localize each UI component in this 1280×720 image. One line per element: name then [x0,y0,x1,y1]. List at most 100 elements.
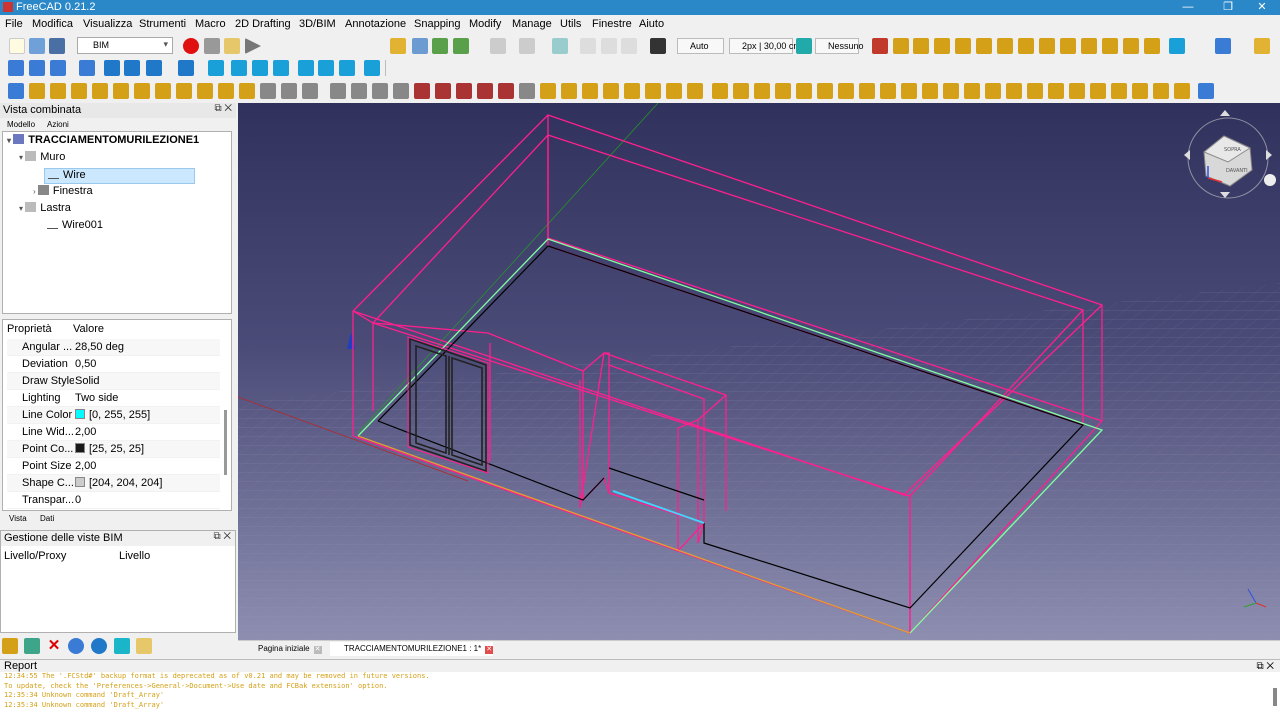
property-row[interactable]: Point Co... [25, 25, 25] [7,441,220,458]
rename-icon[interactable] [136,638,152,654]
beam-icon[interactable] [666,83,682,99]
redo-icon[interactable] [519,38,535,54]
grid-icon[interactable] [176,83,192,99]
restore-button[interactable]: ❐ [1210,0,1246,15]
menu-2d-drafting[interactable]: 2D Drafting [235,18,291,30]
menu-snapping[interactable]: Snapping [414,18,461,30]
curtain-wall-icon[interactable] [624,83,640,99]
axis-icon[interactable] [113,83,129,99]
component-icon[interactable] [1027,83,1043,99]
tab-vista[interactable]: Vista [9,514,27,523]
refresh-icon[interactable] [552,38,568,54]
menu-3d-bim[interactable]: 3D/BIM [299,18,336,30]
property-row[interactable]: Line Color [0, 255, 255] [7,407,220,424]
edit-macro-icon[interactable] [224,38,240,54]
toggle-visibility-icon[interactable] [68,638,84,654]
rebar-icon[interactable] [901,83,917,99]
delete-icon[interactable]: ✕ [46,638,62,654]
material-icon[interactable] [414,83,430,99]
equipment-icon[interactable] [582,83,598,99]
floor-icon[interactable] [1006,83,1022,99]
menu-visualizza[interactable]: Visualizza [83,18,132,30]
menu-macro[interactable]: Macro [195,18,226,30]
navigation-cube[interactable]: SOPRA DAVANTI [1184,110,1276,199]
tree-item-document[interactable]: ▾ TRACCIAMENTOMURILEZIONE1 [7,134,199,150]
front-view-icon[interactable] [231,60,247,76]
3d-viewport[interactable]: SOPRA DAVANTI [238,103,1280,640]
property-row[interactable]: Draw Style Solid [7,373,220,390]
property-row[interactable]: Deviation 0,50 [7,356,220,373]
new-document-icon[interactable] [9,38,25,54]
panel-float-close-icons[interactable]: ⧉ ✕ [213,531,231,542]
move-icon[interactable] [1215,38,1231,54]
snap-mode-field[interactable]: Auto [677,38,724,54]
stairs-tool-icon[interactable] [775,83,791,99]
snap-intersection-icon[interactable] [976,38,992,54]
nudge-icon[interactable] [1090,83,1106,99]
construction-mode-icon[interactable] [796,38,812,54]
snap-angle-icon[interactable] [955,38,971,54]
menu-modifica[interactable]: Modifica [32,18,73,30]
isolate-icon[interactable] [114,638,130,654]
shape2d-icon[interactable] [302,83,318,99]
property-icon[interactable] [498,83,514,99]
pipe-icon[interactable] [197,83,213,99]
minimize-button[interactable]: — [1170,0,1206,15]
furniture-icon[interactable] [1048,83,1064,99]
add-level-icon[interactable] [2,638,18,654]
window-tool-icon[interactable] [733,83,749,99]
tree-item-wire[interactable]: Wire [44,168,195,184]
space-icon[interactable] [922,83,938,99]
whats-this-icon[interactable] [650,38,666,54]
snap-ortho-icon[interactable] [1102,38,1118,54]
menu-annotazione[interactable]: Annotazione [345,18,406,30]
array-icon[interactable] [351,83,367,99]
tab-azioni[interactable]: Azioni [47,120,69,129]
snap-extension-icon[interactable] [1018,38,1034,54]
building-icon[interactable] [985,83,1001,99]
panel-float-close-icons[interactable]: ⧉ ✕ [214,103,232,114]
snap-parallel-icon[interactable] [1039,38,1055,54]
snap-special-icon[interactable] [1060,38,1076,54]
view-icon[interactable] [281,83,297,99]
tree-item-lastra[interactable]: ▾ Lastra [19,202,71,218]
profile-icon[interactable] [1069,83,1085,99]
column-icon[interactable] [645,83,661,99]
property-row[interactable]: Lighting Two side [7,390,220,407]
reference-icon[interactable] [1132,83,1148,99]
run-macro-icon[interactable] [245,38,261,54]
part-icon[interactable] [390,38,406,54]
label-icon[interactable] [71,83,87,99]
rear-view-icon[interactable] [298,60,314,76]
link-icon[interactable] [432,38,448,54]
snap-working-plane-icon[interactable] [1144,38,1160,54]
forward-arrow-icon[interactable] [124,60,140,76]
property-row[interactable]: Shape C... [204, 204, 204] [7,475,220,492]
layer-field[interactable]: Nessuno [815,38,864,54]
menu-strumenti[interactable]: Strumenti [139,18,186,30]
link-actions-icon[interactable] [453,38,469,54]
add-proxy-icon[interactable] [24,638,40,654]
roof-tool-icon[interactable] [943,83,959,99]
workbench-selector[interactable]: BIM ▾ [77,37,173,54]
menu-manage[interactable]: Manage [512,18,552,30]
right-view-icon[interactable] [273,60,289,76]
dimension-icon[interactable] [92,83,108,99]
snap-near-icon[interactable] [1081,38,1097,54]
ifc-icon[interactable] [456,83,472,99]
paste-icon[interactable] [621,38,637,54]
back-arrow-icon[interactable] [104,60,120,76]
page-icon[interactable] [260,83,276,99]
clone-icon[interactable] [330,83,346,99]
menu-utils[interactable]: Utils [560,18,581,30]
snap-center-icon[interactable] [934,38,950,54]
property-row[interactable]: Angular ... 28,50 deg [7,339,220,356]
views-manager-icon[interactable] [1198,83,1214,99]
draw-style-icon[interactable] [50,60,66,76]
zoom-icon[interactable] [178,60,194,76]
ramp-icon[interactable] [796,83,812,99]
panel-float-close-icons[interactable]: ⧉ ✕ [1256,660,1274,673]
image-icon[interactable] [8,83,24,99]
snap-midpoint-icon[interactable] [913,38,929,54]
sync-view-icon[interactable] [146,60,162,76]
